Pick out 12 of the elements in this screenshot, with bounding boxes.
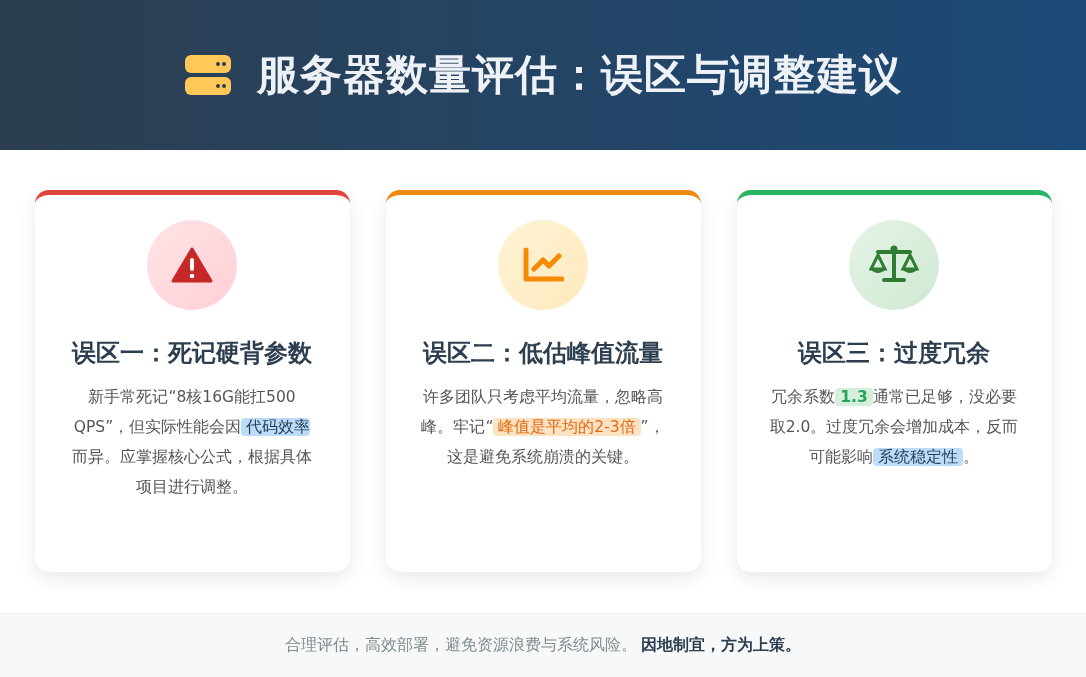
card-description: 冗余系数 1.3 通常已足够，没必要取2.0。过度冗余会增加成本，反而可能影响 系统稳定性 。 xyxy=(768,387,1020,468)
card-title: 误区三：过度冗余 xyxy=(798,338,990,369)
card-description: 许多团队只考虑平均流量，忽略高峰。牢记“ 峰值是平均的2-3倍 ”，这是避免系统崩溃的关键。 xyxy=(420,387,666,468)
page-title: 服务器数量评估：误区与调整建议 xyxy=(256,49,902,101)
server-icon xyxy=(184,55,231,95)
balance-scale-icon xyxy=(869,245,919,285)
warning-icon xyxy=(171,247,213,283)
card-title: 误区一：死记硬背参数 xyxy=(72,338,312,369)
card-title: 误区二：低估峰值流量 xyxy=(423,338,663,369)
line-chart-icon xyxy=(522,247,564,283)
footer-text: 合理评估，高效部署，避免资源浪费与系统风险。 因地制宜，方为上策。 xyxy=(284,635,802,656)
card-description: 新手常死记“8核16G能扛500 QPS”，但实际性能会因 代码效率 而异。应掌握核心公式，根据具体项目进行调整。 xyxy=(71,387,313,498)
